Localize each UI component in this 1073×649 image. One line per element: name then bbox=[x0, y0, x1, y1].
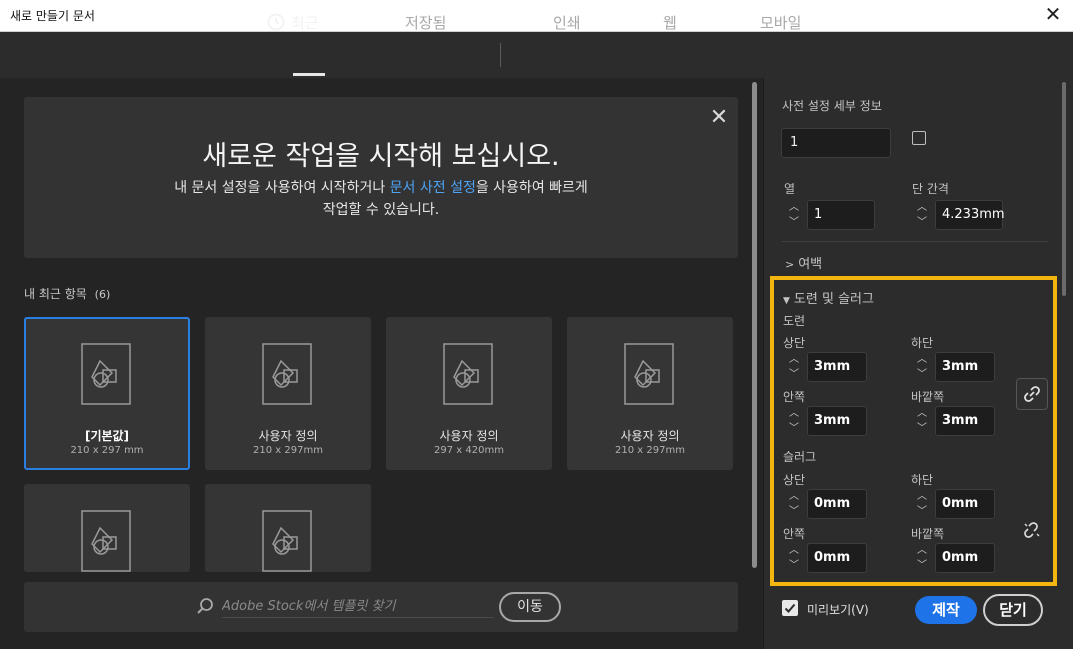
create-button[interactable]: 제작 bbox=[915, 596, 977, 624]
margins-section-toggle[interactable]: > 여백 bbox=[785, 253, 822, 272]
chevron-down-icon[interactable]: ﹀ bbox=[783, 215, 805, 230]
window-title: 새로 만들기 문서 bbox=[10, 9, 95, 23]
document-presets-link[interactable]: 문서 사전 설정 bbox=[390, 180, 476, 196]
go-button[interactable]: 이동 bbox=[499, 592, 561, 622]
recent-item-size: 210 x 297mm bbox=[253, 445, 323, 456]
stepper-arrows[interactable]: ︿ ﹀ bbox=[783, 200, 805, 230]
chevron-down-icon[interactable]: ﹀ bbox=[911, 215, 933, 230]
search-icon bbox=[197, 598, 213, 614]
recent-item[interactable]: 사용자 정의 210 x 297mm bbox=[567, 317, 733, 470]
recent-item[interactable] bbox=[205, 484, 371, 572]
banner-text-line2: 작업할 수 있습니다. bbox=[322, 202, 440, 218]
tab-saved[interactable]: 저장됨 bbox=[405, 12, 446, 33]
stock-search-input[interactable] bbox=[222, 595, 494, 618]
tab-recent-label: 최근 bbox=[291, 14, 319, 32]
banner-title: 새로운 작업을 시작해 보십시오. bbox=[202, 141, 560, 172]
recent-item[interactable]: 사용자 정의 297 x 420mm bbox=[386, 317, 552, 470]
tab-web[interactable]: 웹 bbox=[663, 12, 677, 33]
preset-details-label: 사전 설정 세부 정보 bbox=[782, 99, 882, 113]
gutter-label: 단 간격 bbox=[912, 182, 949, 196]
stepper-arrows[interactable]: ︿ ﹀ bbox=[911, 200, 933, 230]
margins-label: 여백 bbox=[798, 257, 823, 272]
recent-items-heading: 내 최근 항목 (6) bbox=[24, 285, 110, 302]
facing-pages-checkbox[interactable] bbox=[912, 131, 926, 145]
clock-icon bbox=[267, 13, 285, 35]
banner-text-end: 을 사용하여 빠르게 bbox=[475, 180, 588, 196]
gutter-stepper[interactable]: ︿ ﹀ 4.233mm bbox=[911, 200, 1005, 230]
recent-item[interactable]: [기본값] 210 x 297 mm bbox=[24, 317, 190, 470]
active-tab-indicator bbox=[293, 73, 325, 76]
recent-item-size: 297 x 420mm bbox=[434, 445, 504, 456]
tab-divider bbox=[500, 43, 501, 67]
recent-item-name: 사용자 정의 bbox=[258, 429, 318, 443]
window-close-button[interactable]: ✕ bbox=[1043, 3, 1063, 25]
right-scrollbar[interactable] bbox=[1062, 82, 1066, 296]
banner-close-button[interactable]: ✕ bbox=[709, 105, 729, 130]
tab-mobile[interactable]: 모바일 bbox=[760, 12, 801, 33]
close-button[interactable]: 닫기 bbox=[983, 594, 1043, 626]
document-icon bbox=[81, 510, 131, 572]
banner-text: 내 문서 설정을 사용하여 시작하거나 문서 사전 설정을 사용하여 빠르게 작… bbox=[24, 177, 738, 221]
tab-recent[interactable]: 최근 bbox=[267, 12, 319, 35]
recent-items-label: 내 최근 항목 bbox=[24, 287, 87, 301]
welcome-banner: 새로운 작업을 시작해 보십시오. 내 문서 설정을 사용하여 시작하거나 문서… bbox=[24, 97, 738, 258]
checkmark-icon bbox=[784, 603, 796, 613]
section-divider bbox=[782, 241, 1048, 242]
chevron-up-icon[interactable]: ︿ bbox=[783, 200, 805, 215]
banner-text-start: 내 문서 설정을 사용하여 시작하거나 bbox=[174, 180, 390, 196]
columns-value[interactable]: 1 bbox=[807, 200, 875, 230]
left-scrollbar[interactable] bbox=[752, 82, 757, 568]
chevron-right-icon: > bbox=[785, 258, 795, 271]
gutter-value[interactable]: 4.233mm bbox=[935, 200, 1005, 230]
recent-item-size: 210 x 297 mm bbox=[70, 445, 144, 456]
recent-item[interactable]: 사용자 정의 210 x 297mm bbox=[205, 317, 371, 470]
preview-label[interactable]: 미리보기(V) bbox=[807, 601, 869, 618]
document-icon bbox=[262, 510, 312, 572]
tab-print[interactable]: 인쇄 bbox=[553, 12, 581, 33]
document-icon bbox=[624, 343, 674, 405]
document-icon bbox=[443, 343, 493, 405]
bleed-slug-highlight bbox=[770, 276, 1057, 586]
chevron-up-icon[interactable]: ︿ bbox=[911, 200, 933, 215]
preview-checkbox[interactable] bbox=[782, 600, 798, 616]
recent-item-size: 210 x 297mm bbox=[615, 445, 685, 456]
document-icon bbox=[81, 343, 131, 405]
stock-search-bar: 이동 bbox=[24, 582, 738, 632]
document-icon bbox=[262, 343, 312, 405]
columns-label: 열 bbox=[784, 182, 796, 196]
columns-stepper[interactable]: ︿ ﹀ 1 bbox=[783, 200, 875, 230]
recent-item-name: 사용자 정의 bbox=[439, 429, 499, 443]
recent-item[interactable] bbox=[24, 484, 190, 572]
recent-items-count: (6) bbox=[94, 288, 111, 301]
pages-field[interactable]: 1 bbox=[781, 128, 891, 158]
recent-item-name: 사용자 정의 bbox=[620, 429, 680, 443]
title-bar: 새로 만들기 문서 ✕ bbox=[0, 0, 1073, 32]
tab-bar bbox=[0, 32, 1073, 78]
recent-item-name: [기본값] bbox=[84, 429, 130, 443]
